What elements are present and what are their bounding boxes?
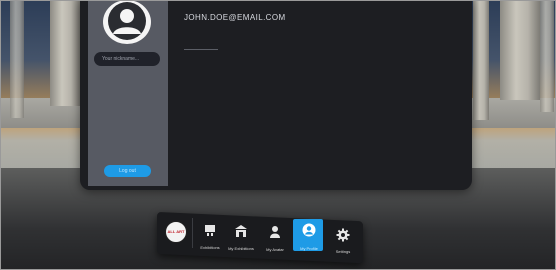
- user-email: JOHN.DOE@EMAIL.COM: [184, 13, 286, 22]
- divider: [184, 49, 218, 50]
- vr-scene-background: Your nickname... Log out JOHN.DOE@EMAIL.…: [0, 0, 556, 270]
- exhibitions-icon: [205, 225, 215, 236]
- toolbar-button-settings[interactable]: Settings: [327, 224, 359, 254]
- toolbar-label: Settings: [335, 249, 351, 254]
- pillar: [540, 0, 554, 112]
- app-logo[interactable]: ALL ART: [165, 221, 187, 243]
- gear-icon: [336, 228, 350, 242]
- toolbar-separator: [192, 218, 193, 248]
- pillar: [500, 0, 540, 100]
- user-silhouette-icon: [108, 2, 146, 40]
- pillar: [473, 0, 489, 120]
- toolbar-button-my-avatar[interactable]: My Avatar: [259, 222, 291, 252]
- toolbar-button-my-profile[interactable]: My Profile: [293, 219, 323, 251]
- gallery-icon: [235, 225, 247, 237]
- profile-avatar[interactable]: [103, 0, 151, 44]
- logout-button[interactable]: Log out: [104, 165, 151, 177]
- pillar: [50, 0, 80, 106]
- profile-icon: [302, 223, 316, 237]
- pillar: [10, 0, 24, 118]
- nickname-input[interactable]: Your nickname...: [94, 52, 160, 66]
- toolbar-button-my-exhibitions[interactable]: My Exhibitions: [225, 221, 257, 251]
- avatar-icon: [270, 226, 280, 238]
